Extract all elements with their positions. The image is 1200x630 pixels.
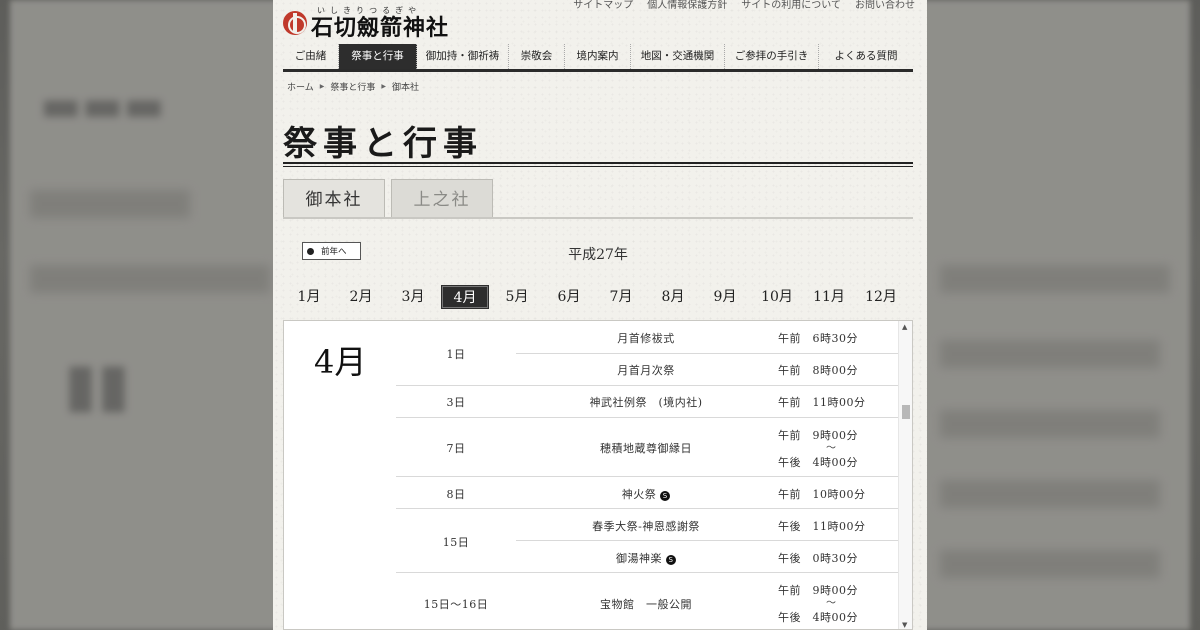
schedule-time: 午前 8時00分 — [778, 364, 858, 377]
row-divider — [396, 508, 898, 509]
nav-item-history[interactable]: ご由緒 — [283, 44, 339, 69]
month-oct[interactable]: 10月 — [754, 286, 800, 308]
scroll-thumb[interactable] — [902, 405, 910, 419]
global-nav: ご由緒 祭事と行事 御加持・御祈祷 崇敬会 境内案内 地図・交通機関 ご参拝の手… — [283, 44, 913, 72]
schedule-time: 午前 10時00分 — [778, 488, 866, 501]
breadcrumb: ホーム ▶ 祭事と行事 ▶ 御本社 — [287, 80, 419, 93]
row-divider — [396, 572, 898, 573]
schedule-event: 穂積地蔵尊御縁日 — [600, 442, 692, 455]
month-jul[interactable]: 7月 — [598, 286, 644, 308]
schedule-event: 神武社例祭 (境内社) — [589, 396, 703, 409]
breadcrumb-home[interactable]: ホーム — [287, 80, 314, 93]
nav-item-access[interactable]: 地図・交通機関 — [631, 44, 725, 69]
month-may[interactable]: 5月 — [494, 286, 540, 308]
schedule-time: 午後 0時30分 — [778, 552, 858, 565]
util-link-contact[interactable]: お問い合わせ — [855, 0, 915, 11]
schedule-date: 7日 — [446, 442, 466, 455]
row-divider — [396, 417, 898, 418]
schedule-time: 午後 11時00分 — [778, 520, 866, 533]
month-sep[interactable]: 9月 — [702, 286, 748, 308]
row-divider — [396, 385, 898, 386]
schedule-table[interactable]: 4月 1日 月首修祓式 午前 6時30分 月首月次祭 午前 8時00分 3日 神… — [283, 320, 913, 630]
util-link-privacy[interactable]: 個人情報保護方針 — [647, 0, 727, 11]
site-logo[interactable]: いしきりつるぎや 石切劔箭神社 — [283, 6, 449, 40]
month-apr[interactable]: 4月 — [441, 285, 489, 309]
page-title: 祭事と行事 — [283, 124, 483, 164]
shrine-crest-icon — [283, 11, 307, 35]
month-feb[interactable]: 2月 — [338, 286, 384, 308]
prev-year-label: 前年へ — [321, 247, 347, 257]
time-range-tilde: 〜 — [826, 443, 836, 454]
schedule-time: 午前 11時00分 — [778, 396, 866, 409]
month-jun[interactable]: 6月 — [546, 286, 592, 308]
scroll-down-icon[interactable]: ▼ — [902, 621, 907, 629]
schedule-event: 神火祭 — [621, 488, 657, 501]
breadcrumb-separator-icon: ▶ — [319, 83, 325, 90]
tab-main-shrine[interactable]: 御本社 — [283, 179, 385, 219]
row-divider — [396, 476, 898, 477]
row-divider — [516, 353, 898, 354]
schedule-scrollbar[interactable]: ▲ ▼ — [898, 321, 912, 629]
special-event-icon: S — [660, 491, 671, 501]
breadcrumb-separator-icon: ▶ — [381, 83, 386, 90]
schedule-date: 8日 — [446, 488, 466, 501]
month-mar[interactable]: 3月 — [390, 286, 436, 308]
prev-year-button[interactable]: 前年へ — [302, 242, 361, 260]
schedule-date: 15日～16日 — [423, 598, 489, 611]
schedule-event: 御湯神楽 — [616, 552, 662, 565]
schedule-time: 午前 6時30分 — [778, 332, 858, 345]
schedule-event-cell: 御湯神楽 S — [516, 550, 776, 566]
schedule-time-end: 午後 4時00分 — [778, 611, 858, 624]
schedule-date: 15日 — [442, 536, 470, 549]
month-jan[interactable]: 1月 — [286, 286, 332, 308]
breadcrumb-current: 御本社 — [392, 83, 420, 93]
tab-baseline — [283, 217, 913, 219]
nav-item-supporters[interactable]: 崇敬会 — [509, 44, 565, 69]
month-aug[interactable]: 8月 — [650, 286, 696, 308]
nav-item-festivals[interactable]: 祭事と行事 — [339, 44, 417, 69]
util-link-sitemap[interactable]: サイトマップ — [573, 0, 633, 11]
scroll-up-icon[interactable]: ▲ — [902, 323, 907, 331]
nav-item-guide[interactable]: ご参拝の手引き — [725, 44, 819, 69]
schedule-month-heading: 4月 — [314, 343, 367, 381]
schedule-date: 1日 — [446, 348, 466, 361]
breadcrumb-festivals[interactable]: 祭事と行事 — [330, 80, 375, 93]
schedule-event-cell: 神火祭 S — [516, 486, 776, 502]
shrine-tabs: 御本社 上之社 — [283, 179, 913, 219]
arrow-left-icon — [307, 247, 314, 255]
schedule-time-end: 午後 4時00分 — [778, 456, 858, 469]
nav-item-prayers[interactable]: 御加持・御祈祷 — [417, 44, 509, 69]
title-divider — [283, 162, 913, 167]
logo-name: 石切劔箭神社 — [311, 15, 450, 41]
nav-item-faq[interactable]: よくある質問 — [819, 44, 913, 69]
schedule-event: 月首修祓式 — [617, 332, 675, 345]
month-dec[interactable]: 12月 — [858, 286, 904, 308]
logo-text: いしきりつるぎや 石切劔箭神社 — [311, 6, 449, 40]
util-link-terms[interactable]: サイトの利用について — [741, 0, 841, 11]
month-selector: 1月 2月 3月 4月 5月 6月 7月 8月 9月 10月 11月 12月 — [283, 285, 913, 309]
year-label: 平成27年 — [568, 247, 628, 263]
row-divider — [516, 540, 898, 541]
schedule-event: 春季大祭-神恩感謝祭 — [592, 520, 700, 533]
special-event-icon: S — [666, 555, 676, 565]
site-header: いしきりつるぎや 石切劔箭神社 サイトマップ 個人情報保護方針 サイトの利用につ… — [273, 0, 927, 44]
tab-upper-shrine[interactable]: 上之社 — [391, 179, 493, 219]
schedule-event: 宝物館 一般公開 — [600, 598, 692, 611]
time-range-tilde: 〜 — [826, 598, 836, 609]
schedule-event: 月首月次祭 — [617, 364, 675, 377]
utility-links: サイトマップ 個人情報保護方針 サイトの利用について お問い合わせ — [573, 0, 915, 11]
site-panel: いしきりつるぎや 石切劔箭神社 サイトマップ 個人情報保護方針 サイトの利用につ… — [273, 0, 927, 630]
schedule-date: 3日 — [446, 396, 466, 409]
month-nov[interactable]: 11月 — [806, 286, 852, 308]
nav-item-grounds[interactable]: 境内案内 — [565, 44, 631, 69]
